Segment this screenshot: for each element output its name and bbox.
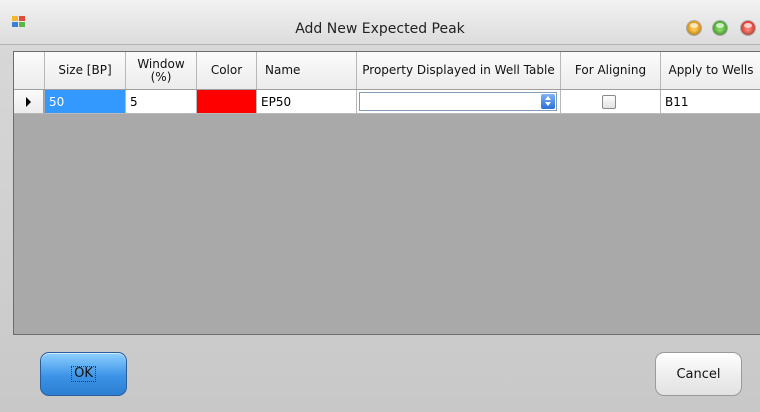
- color-cell[interactable]: [197, 90, 257, 114]
- size-cell[interactable]: 50: [45, 90, 126, 114]
- current-row-arrow-icon: [26, 97, 31, 107]
- column-size-bp[interactable]: Size [BP]: [45, 52, 126, 89]
- dialog-window: Add New Expected Peak Size [BP] Window (…: [0, 0, 760, 412]
- ok-button[interactable]: OK: [40, 352, 127, 396]
- ok-button-label: OK: [71, 366, 96, 382]
- close-icon[interactable]: [741, 21, 755, 35]
- expected-peak-grid: Size [BP] Window (%) Color Name Property…: [13, 51, 760, 335]
- for-aligning-cell[interactable]: [561, 90, 661, 114]
- column-apply-to-wells[interactable]: Apply to Wells: [661, 52, 760, 89]
- table-row[interactable]: 50 5 EP50 B11: [14, 90, 760, 114]
- window-cell[interactable]: 5: [126, 90, 197, 114]
- column-for-aligning[interactable]: For Aligning: [561, 52, 661, 89]
- dropdown-spinner-icon[interactable]: [541, 94, 555, 109]
- title-bar: Add New Expected Peak: [0, 0, 760, 45]
- grid-header: Size [BP] Window (%) Color Name Property…: [14, 52, 760, 90]
- column-name[interactable]: Name: [257, 52, 357, 89]
- cancel-button[interactable]: Cancel: [655, 352, 742, 396]
- apply-to-wells-cell[interactable]: B11: [661, 90, 760, 114]
- property-dropdown[interactable]: [359, 92, 557, 111]
- row-header[interactable]: [14, 90, 44, 114]
- minimize-icon[interactable]: [687, 21, 701, 35]
- for-aligning-checkbox[interactable]: [602, 95, 616, 109]
- name-cell[interactable]: EP50: [257, 90, 357, 114]
- column-window[interactable]: Window (%): [126, 52, 197, 89]
- maximize-icon[interactable]: [713, 21, 727, 35]
- column-color[interactable]: Color: [197, 52, 257, 89]
- property-cell[interactable]: [357, 90, 561, 114]
- row-header-corner: [14, 52, 45, 89]
- window-title: Add New Expected Peak: [295, 21, 465, 37]
- column-property[interactable]: Property Displayed in Well Table: [357, 52, 561, 89]
